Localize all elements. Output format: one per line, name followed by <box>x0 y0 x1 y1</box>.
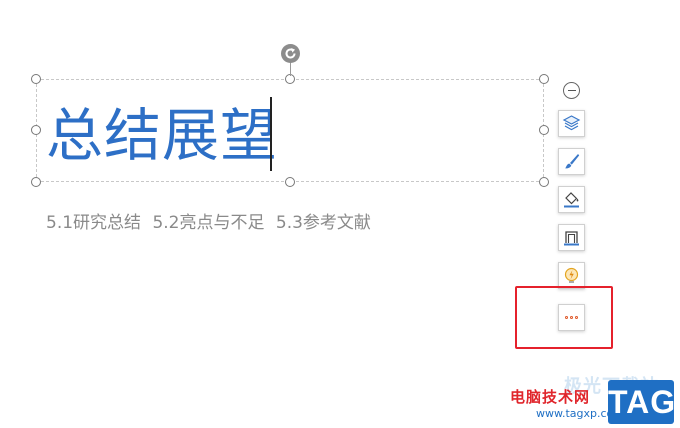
fill-icon <box>564 192 579 208</box>
slide-title[interactable]: 总结展望 <box>46 96 278 176</box>
resize-handle-top-right[interactable] <box>539 74 549 84</box>
effects-icon <box>564 267 579 283</box>
layers-icon <box>562 115 581 131</box>
layers-button[interactable] <box>558 110 585 137</box>
brush-icon <box>565 154 580 169</box>
watermark: 极光下载站 电脑技术网 www.tagxp.com TAG <box>496 362 680 428</box>
watermark-tag-logo: TAG <box>608 380 675 424</box>
outline-button[interactable] <box>558 224 585 251</box>
rotate-connector <box>290 62 291 76</box>
rotate-icon <box>285 48 296 59</box>
resize-handle-bottom-right[interactable] <box>539 177 549 187</box>
outline-icon <box>564 231 579 246</box>
annotation-highlight-box <box>515 286 613 349</box>
resize-handle-top-left[interactable] <box>31 74 41 84</box>
watermark-site-name: 电脑技术网 <box>510 388 591 406</box>
text-caret <box>270 97 272 171</box>
effects-button[interactable] <box>558 262 585 289</box>
resize-handle-middle-right[interactable] <box>539 125 549 135</box>
resize-handle-middle-left[interactable] <box>31 125 41 135</box>
slide-subtitle[interactable]: 5.1研究总结 5.2亮点与不足 5.3参考文献 <box>46 208 371 233</box>
fill-button[interactable] <box>558 186 585 213</box>
brush-button[interactable] <box>558 148 585 175</box>
resize-handle-bottom-center[interactable] <box>285 177 295 187</box>
rotate-handle[interactable] <box>281 44 300 63</box>
resize-handle-bottom-left[interactable] <box>31 177 41 187</box>
collapse-toolbar-button[interactable] <box>563 82 580 99</box>
